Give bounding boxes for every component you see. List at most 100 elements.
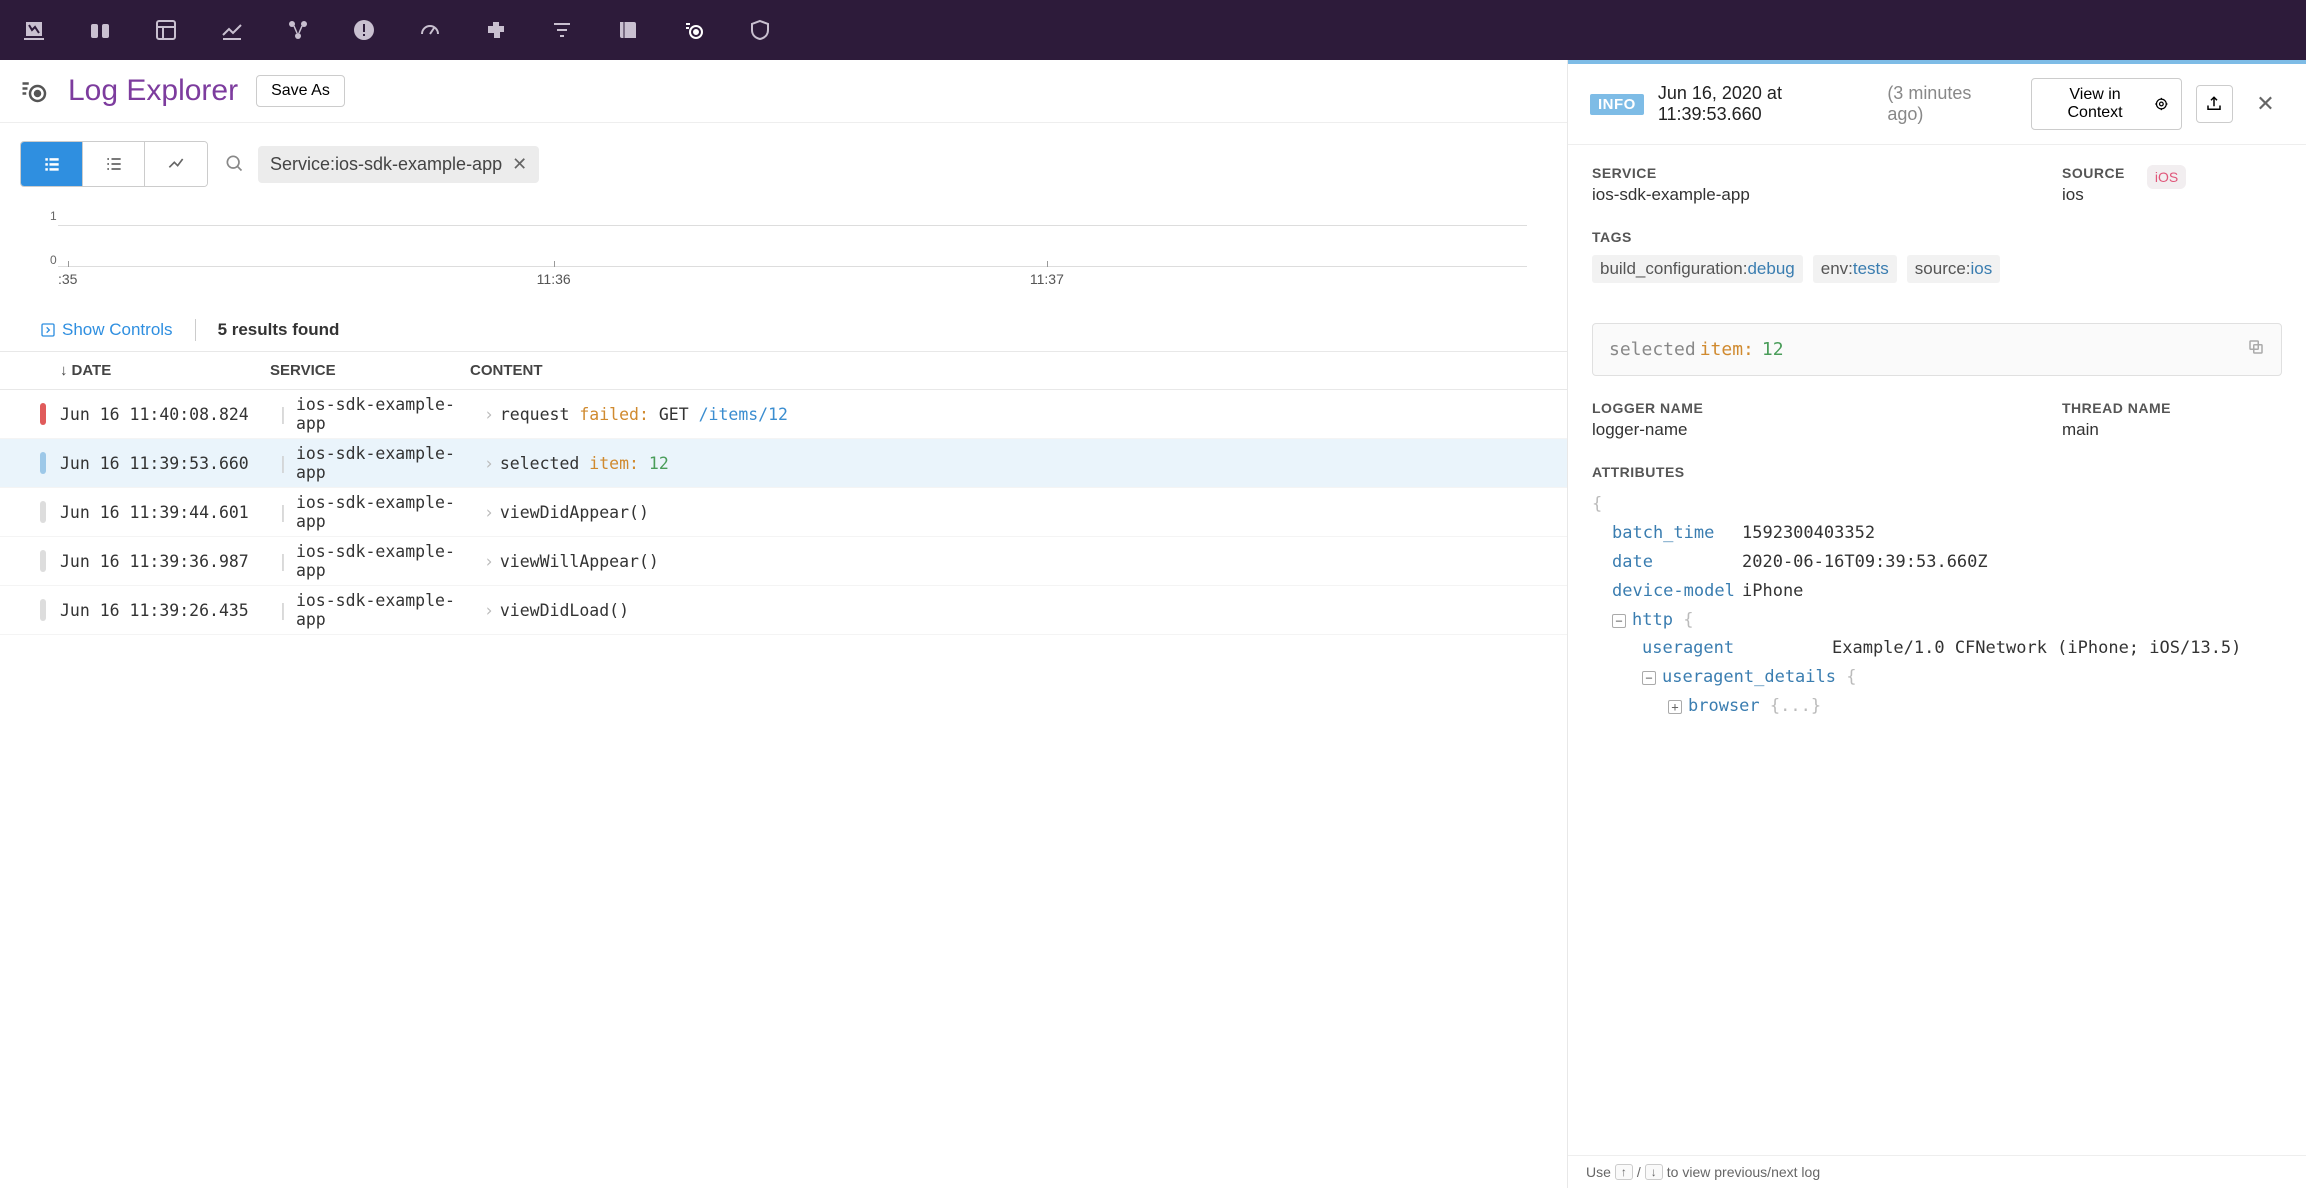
search-icon[interactable] [224,153,244,176]
copy-icon[interactable] [2247,338,2265,361]
thread-value: main [2062,420,2282,440]
logger-value: logger-name [1592,420,2022,440]
attributes-tree: { batch_time1592300403352 date2020-06-16… [1592,490,2282,721]
network-icon[interactable] [284,16,312,44]
status-indicator [40,452,46,474]
tags-row: build_configuration:debug env:tests source… [1592,255,2282,283]
ios-badge: iOS [2147,165,2186,189]
thread-label: THREAD NAME [2062,400,2282,416]
shield-icon[interactable] [746,16,774,44]
show-controls-button[interactable]: Show Controls [40,320,173,340]
collapse-icon[interactable]: − [1612,614,1626,628]
service-value: ios-sdk-example-app [1592,185,2022,205]
x-tick: 11:36 [537,267,571,287]
table-row[interactable]: Jun 16 11:39:44.601|ios-sdk-example-app›… [0,488,1567,537]
y-tick: 1 [50,209,57,223]
detail-timestamp: Jun 16, 2020 at 11:39:53.660 [1658,83,1873,125]
tag[interactable]: build_configuration:debug [1592,255,1803,283]
log-service: ios-sdk-example-app [296,493,484,531]
view-in-context-button[interactable]: View in Context [2031,78,2182,130]
col-date[interactable]: ↓ DATE [60,362,270,379]
filter-chip-label: Service:ios-sdk-example-app [270,154,502,175]
arrow-down-key: ↓ [1645,1164,1663,1180]
list-view-button[interactable] [21,142,83,186]
tag[interactable]: source:ios [1907,255,2000,283]
close-button[interactable]: ✕ [2247,85,2284,123]
table-row[interactable]: Jun 16 11:39:36.987|ios-sdk-example-app›… [0,537,1567,586]
log-service: ios-sdk-example-app [296,542,484,580]
attr-key[interactable]: browser [1688,696,1760,716]
top-nav [0,0,2306,60]
source-label: SOURCE [2062,165,2125,181]
arrow-up-key: ↑ [1615,1164,1633,1180]
service-label: SERVICE [1592,165,2022,181]
status-indicator [40,501,46,523]
footer-hint: Use ↑ / ↓ to view previous/next log [1568,1155,2306,1188]
log-date: Jun 16 11:39:26.435 [60,601,270,620]
export-button[interactable] [2196,85,2233,123]
logo-icon[interactable] [20,16,48,44]
table-row[interactable]: Jun 16 11:39:26.435|ios-sdk-example-app›… [0,586,1567,635]
alert-icon[interactable] [350,16,378,44]
attr-key[interactable]: useragent_details [1662,667,1836,687]
source-value: ios [2062,185,2125,205]
status-indicator [40,403,46,425]
col-service[interactable]: SERVICE [270,362,470,379]
mini-chart: 1 0 :35 11:36 11:37 . [0,205,1567,305]
filter-icon[interactable] [548,16,576,44]
filter-chip[interactable]: Service:ios-sdk-example-app ✕ [258,146,539,183]
log-content: request failed: GET /items/12 [500,405,1527,424]
log-date: Jun 16 11:40:08.824 [60,405,270,424]
attr-key[interactable]: http [1632,610,1673,630]
chart-icon[interactable] [218,16,246,44]
y-tick: 0 [50,253,57,267]
logger-label: LOGGER NAME [1592,400,2022,416]
table-row[interactable]: Jun 16 11:40:08.824|ios-sdk-example-app›… [0,390,1567,439]
tag[interactable]: env:tests [1813,255,1897,283]
log-date: Jun 16 11:39:53.660 [60,454,270,473]
attr-key[interactable]: date [1612,548,1742,577]
toolbar: Service:ios-sdk-example-app ✕ [0,123,1567,205]
attr-key[interactable]: batch_time [1612,519,1742,548]
dashboard-icon[interactable] [152,16,180,44]
expand-icon[interactable]: + [1668,700,1682,714]
message-box: selected item: 12 [1592,323,2282,376]
filter-chip-remove[interactable]: ✕ [512,154,527,175]
log-service: ios-sdk-example-app [296,395,484,433]
x-tick: :35 [58,267,77,287]
gauge-icon[interactable] [416,16,444,44]
log-table: ↓ DATE SERVICE CONTENT Jun 16 11:40:08.8… [0,351,1567,635]
col-content[interactable]: CONTENT [470,362,1527,379]
status-indicator [40,550,46,572]
view-mode-group [20,141,208,187]
log-content: viewWillAppear() [500,552,1527,571]
detail-ago: (3 minutes ago) [1887,83,2003,125]
detail-panel: INFO Jun 16, 2020 at 11:39:53.660 (3 min… [1568,60,2306,1188]
detail-header: INFO Jun 16, 2020 at 11:39:53.660 (3 min… [1568,64,2306,145]
table-header: ↓ DATE SERVICE CONTENT [0,352,1567,390]
log-content: viewDidAppear() [500,503,1527,522]
log-date: Jun 16 11:39:44.601 [60,503,270,522]
collapse-icon[interactable]: − [1642,671,1656,685]
page-title: Log Explorer [68,74,238,108]
page-header: Log Explorer Save As [0,60,1567,123]
log-content: selected item: 12 [500,454,1527,473]
level-badge: INFO [1590,94,1644,115]
attr-key[interactable]: useragent [1642,634,1832,663]
log-explorer-icon [20,76,50,106]
status-indicator [40,599,46,621]
tags-label: TAGS [1592,229,2282,245]
attributes-label: ATTRIBUTES [1592,464,2282,480]
log-service: ios-sdk-example-app [296,591,484,629]
log-service: ios-sdk-example-app [296,444,484,482]
attr-key[interactable]: device-model [1612,577,1742,606]
puzzle-icon[interactable] [482,16,510,44]
book-icon[interactable] [614,16,642,44]
table-row[interactable]: Jun 16 11:39:53.660|ios-sdk-example-app›… [0,439,1567,488]
save-as-button[interactable]: Save As [256,75,345,107]
table-view-button[interactable] [83,142,145,186]
log-date: Jun 16 11:39:36.987 [60,552,270,571]
binoculars-icon[interactable] [86,16,114,44]
target-icon[interactable] [680,16,708,44]
chart-view-button[interactable] [145,142,207,186]
